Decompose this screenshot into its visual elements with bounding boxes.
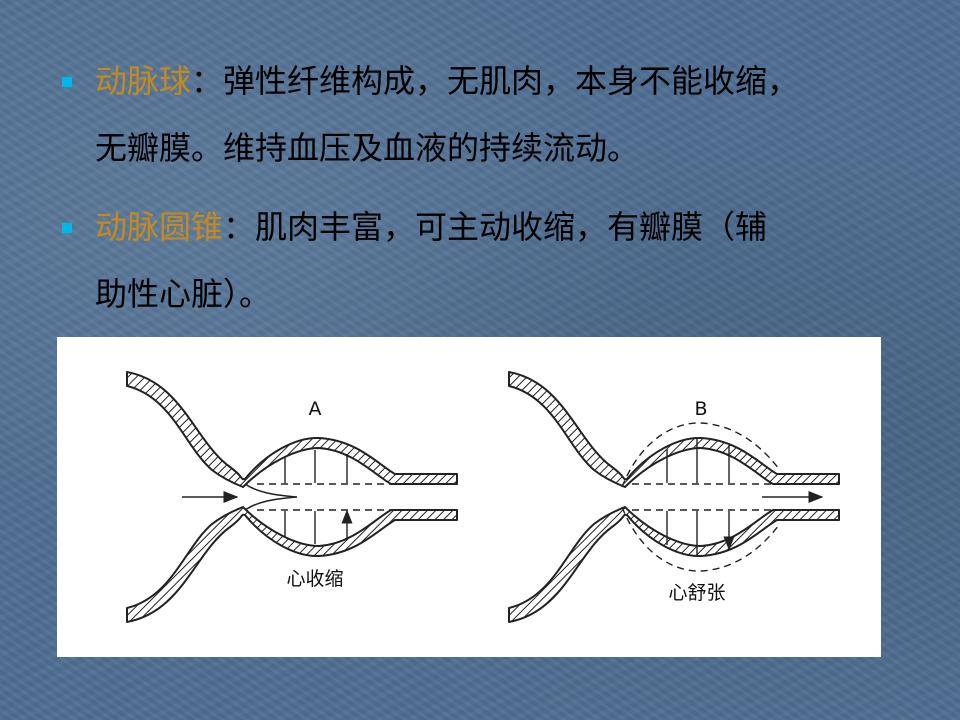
square-bullet-icon	[62, 77, 72, 87]
panel-b-lower-wall	[508, 506, 840, 623]
term-separator: ：	[223, 208, 256, 246]
panel-a-upper-wall	[126, 371, 458, 488]
panel-a-letter: A	[309, 398, 322, 420]
panel-b-caption: 心舒张	[668, 582, 725, 604]
diagram-svg: A 心收缩 B 心舒张	[126, 371, 840, 623]
panel-a-valve-line	[244, 483, 298, 511]
panel-a-contraction: A 心收缩	[126, 371, 458, 623]
bullet-text-2: 动脉圆锥：肌肉丰富，可主动收缩，有瓣膜（辅 助性心脏）。	[95, 194, 922, 328]
bullet-line-2: 无瓣膜。维持血压及血液的持续流动。	[95, 129, 640, 167]
panel-a-caption: 心收缩	[286, 568, 343, 590]
panel-a-lower-wall	[126, 506, 458, 623]
term-separator: ：	[191, 62, 224, 100]
term-label: 动脉球	[95, 62, 192, 100]
bullet-line-1: 肌肉丰富，可主动收缩，有瓣膜（辅	[255, 208, 768, 246]
heart-valve-diagram: A 心收缩 B 心舒张	[57, 337, 881, 657]
bullet-item-2: 动脉圆锥：肌肉丰富，可主动收缩，有瓣膜（辅 助性心脏）。	[62, 194, 922, 328]
bullet-line-1: 弹性纤维构成，无肌肉，本身不能收缩，	[223, 62, 800, 100]
panel-b-dilation: B 心舒张	[508, 371, 840, 623]
bullet-line-2: 助性心脏）。	[95, 275, 272, 313]
square-bullet-icon	[62, 223, 72, 233]
panel-b-upper-wall	[508, 371, 840, 488]
panel-b-expansion-arrows	[666, 439, 729, 555]
panel-b-letter: B	[694, 398, 707, 420]
bullet-item-1: 动脉球：弹性纤维构成，无肌肉，本身不能收缩， 无瓣膜。维持血压及血液的持续流动。	[62, 48, 922, 182]
term-label: 动脉圆锥	[95, 208, 224, 246]
bullet-text-1: 动脉球：弹性纤维构成，无肌肉，本身不能收缩， 无瓣膜。维持血压及血液的持续流动。	[95, 48, 922, 182]
